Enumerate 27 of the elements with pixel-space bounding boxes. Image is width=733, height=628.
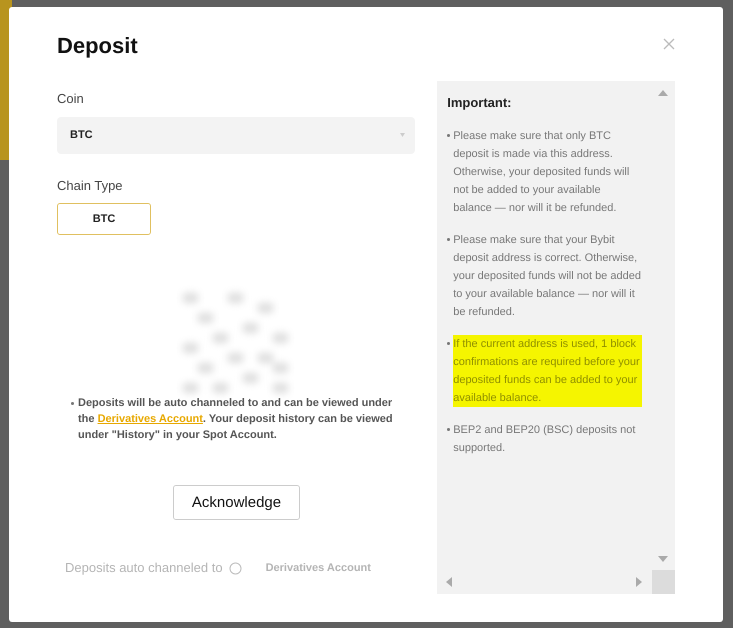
note-text: Please make sure that your Bybit deposit address is correct. Otherwise, your deposited funds will not be added to your available balance — nor will it be refunded. xyxy=(453,232,642,320)
caret-icon xyxy=(400,133,406,138)
scroll-down-icon[interactable] xyxy=(658,556,668,562)
scrollbar-corner xyxy=(652,570,675,594)
panel-title: Important: xyxy=(447,94,512,112)
chain-option[interactable]: BTC xyxy=(57,203,151,236)
faded-value: Derivatives Account xyxy=(266,560,371,576)
field-label: Chain Type xyxy=(57,176,124,195)
bullet-icon xyxy=(447,342,450,344)
scroll-left-icon[interactable] xyxy=(446,577,452,587)
bullet-icon xyxy=(447,428,450,430)
bullet-icon xyxy=(447,134,450,136)
info-icon xyxy=(228,562,242,575)
close-icon[interactable] xyxy=(663,38,675,50)
highlighted-note: If the current address is used, 1 block confirmations are required before your deposited funds can be added to your available balance. xyxy=(453,334,642,406)
bullet-icon xyxy=(71,402,74,406)
scroll-up-icon[interactable] xyxy=(658,90,668,96)
note-text: BEP2 and BEP20 (BSC) deposits not supported. xyxy=(453,422,636,456)
coin-select[interactable]: BTC xyxy=(57,116,416,154)
faded-label: Deposits auto channeled to xyxy=(65,559,223,578)
bullet-icon xyxy=(447,238,450,240)
dialog-title: Deposit xyxy=(57,33,139,60)
notice-text: Deposits will be auto channeled to and can be viewed under the Derivatives Account. Your deposit history can be viewed under "History" in your Spot Account. xyxy=(78,396,394,444)
note-text: Please make sure that only BTC deposit is made via this address. Otherwise, your deposited funds will not be added to your available balance — nor will it be refunded. xyxy=(453,128,630,216)
field-label: Coin xyxy=(57,90,85,108)
acknowledge-button[interactable]: Acknowledge xyxy=(173,485,300,520)
scroll-right-icon[interactable] xyxy=(636,577,642,587)
